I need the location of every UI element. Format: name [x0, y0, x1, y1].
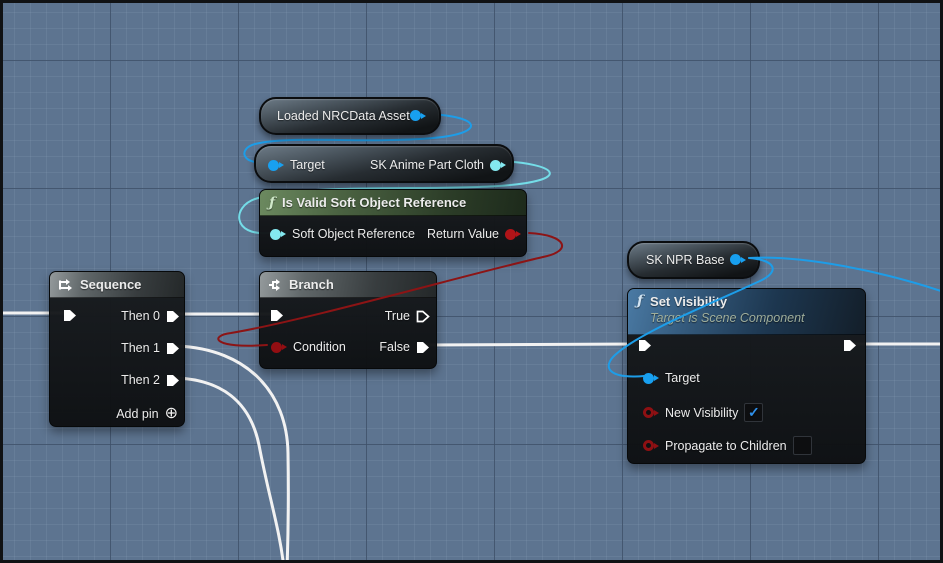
new-visibility-pin[interactable] — [643, 407, 659, 418]
cloth-target-label: Target — [290, 158, 325, 172]
then2-exec-pin[interactable] — [166, 374, 180, 387]
branch-title: Branch — [289, 277, 334, 292]
add-pin-button[interactable]: ⊕ — [165, 406, 178, 422]
add-pin-label: Add pin — [116, 407, 159, 421]
branch-false-label: False — [379, 340, 410, 354]
setvisibility-target-pin[interactable] — [643, 372, 659, 384]
then2-label: Then 2 — [121, 373, 160, 387]
return-value-output-pin[interactable] — [505, 228, 521, 240]
set-visibility-title: Set Visibility — [650, 294, 728, 309]
cloth-output-label: SK Anime Part Cloth — [370, 158, 484, 172]
cloth-target-input-pin[interactable] — [268, 159, 284, 171]
branch-condition-pin[interactable] — [271, 341, 287, 353]
branch-icon — [269, 278, 280, 291]
node-sequence[interactable]: Sequence Then 0 Then 1 Then 2 Add pin ⊕ — [49, 271, 185, 427]
node-is-valid-soft-object-reference[interactable]: ƒ Is Valid Soft Object Reference Soft Ob… — [259, 189, 527, 257]
then1-exec-pin[interactable] — [166, 342, 180, 355]
node-set-visibility[interactable]: ƒ Set Visibility Target is Scene Compone… — [627, 288, 866, 464]
propagate-label: Propagate to Children — [665, 438, 787, 453]
branch-true-exec-pin[interactable] — [416, 310, 430, 323]
loaded-asset-label: Loaded NRCData Asset — [277, 109, 410, 123]
blueprint-graph-canvas[interactable]: Loaded NRCData Asset Target SK Anime Par… — [0, 0, 943, 563]
node-sk-npr-base[interactable]: SK NPR Base — [627, 241, 760, 279]
node-branch[interactable]: Branch True Condition False — [259, 271, 437, 369]
node-sk-anime-part-cloth[interactable]: Target SK Anime Part Cloth — [254, 144, 514, 183]
new-visibility-label: New Visibility — [665, 405, 739, 420]
branch-true-label: True — [384, 309, 410, 323]
setvisibility-exec-in-pin[interactable] — [638, 339, 652, 352]
setvisibility-exec-out-pin[interactable] — [843, 339, 857, 352]
new-visibility-checkbox[interactable] — [744, 403, 764, 422]
sequence-exec-in-pin[interactable] — [63, 309, 77, 322]
sequence-title: Sequence — [80, 277, 142, 292]
soft-object-reference-input-pin[interactable] — [270, 228, 286, 240]
loaded-asset-output-pin[interactable] — [410, 110, 426, 121]
soft-object-reference-label: Soft Object Reference — [292, 227, 415, 241]
is-valid-title: Is Valid Soft Object Reference — [282, 195, 467, 210]
sequence-icon — [59, 278, 72, 291]
propagate-checkbox[interactable] — [792, 436, 812, 455]
then1-label: Then 1 — [121, 341, 160, 355]
function-icon: ƒ — [269, 194, 276, 211]
branch-condition-label: Condition — [293, 340, 346, 354]
function-icon: ƒ — [637, 293, 644, 309]
wire-exec-false-to-setvisibility[interactable] — [421, 342, 643, 347]
then0-label: Then 0 — [121, 309, 160, 323]
node-loaded-nrcdata-asset[interactable]: Loaded NRCData Asset — [259, 97, 441, 135]
cloth-output-pin[interactable] — [490, 159, 506, 171]
npr-base-output-pin[interactable] — [730, 254, 746, 265]
branch-false-exec-pin[interactable] — [416, 341, 430, 354]
then0-exec-pin[interactable] — [166, 310, 180, 323]
set-visibility-subtitle: Target is Scene Component — [650, 311, 805, 325]
npr-base-label: SK NPR Base — [646, 253, 725, 267]
wire-exec-then2-down[interactable] — [175, 376, 285, 563]
branch-exec-in-pin[interactable] — [270, 309, 284, 322]
propagate-pin[interactable] — [643, 440, 659, 451]
return-value-label: Return Value — [426, 227, 499, 241]
setvisibility-target-label: Target — [665, 371, 700, 385]
